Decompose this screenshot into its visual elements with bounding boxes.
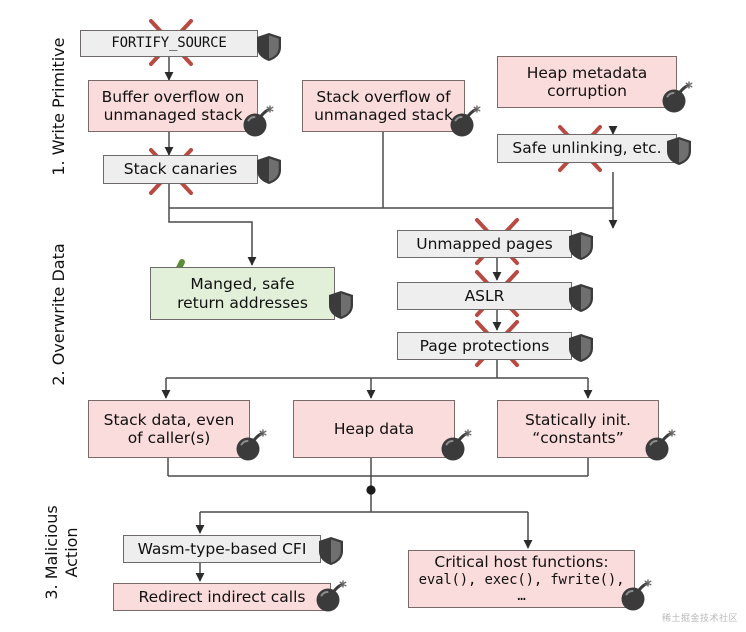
- node-stack-overflow-label: Stack overflow of unmanaged stack: [308, 88, 459, 125]
- node-heap-metadata-corruption-label: Heap metadata corruption: [521, 64, 654, 101]
- node-stack-data-label: Stack data, even of caller(s): [98, 411, 241, 448]
- shield-icon: [667, 137, 691, 165]
- bomb-icon: [662, 81, 693, 113]
- node-critical-host-functions-label: Critical host functions: eval(), exec(),…: [409, 553, 634, 604]
- node-statically-init-label: Statically init. “constants”: [519, 411, 637, 448]
- node-safe-unlinking-label: Safe unlinking, etc.: [512, 139, 662, 158]
- shield-icon: [329, 291, 353, 319]
- node-stack-overflow-line2: unmanaged stack: [314, 106, 453, 124]
- section-label-3-text: 3. Malicious Action: [42, 505, 81, 600]
- node-stack-data-line2: of caller(s): [127, 429, 211, 447]
- node-managed-return-line2: return addresses: [177, 293, 308, 312]
- bomb-icon: [316, 580, 347, 612]
- node-heap-metadata-line1: Heap metadata: [526, 63, 648, 82]
- node-page-protections[interactable]: Page protections: [397, 332, 572, 360]
- node-heap-metadata-corruption[interactable]: Heap metadata corruption: [497, 56, 677, 108]
- node-aslr[interactable]: ASLR: [397, 282, 572, 310]
- node-managed-return-line1: Manged, safe: [190, 275, 295, 294]
- shield-icon: [257, 33, 281, 61]
- node-stack-overflow-line1: Stack overflow of: [316, 87, 451, 106]
- node-critical-host-functions-line1: Critical host functions:: [434, 553, 609, 572]
- bomb-icon: [236, 429, 267, 461]
- section-label-3: 3. Malicious Action: [22, 505, 102, 620]
- node-heap-data[interactable]: Heap data: [293, 400, 455, 458]
- node-page-protections-label: Page protections: [419, 336, 550, 355]
- node-aslr-label: ASLR: [464, 286, 505, 305]
- node-buffer-overflow-line2: unmanaged stack: [103, 106, 243, 124]
- node-buffer-overflow-line1: Buffer overflow on: [101, 87, 245, 106]
- node-managed-return-addresses-label: Manged, safe return addresses: [171, 275, 314, 312]
- node-critical-host-functions[interactable]: Critical host functions: eval(), exec(),…: [408, 550, 635, 608]
- shield-icon: [257, 156, 281, 184]
- junction-dot: [366, 485, 376, 495]
- diagram-canvas: 1. Write Primitive 2. Overwrite Data 3. …: [0, 0, 746, 632]
- node-stack-canaries[interactable]: Stack canaries: [103, 155, 258, 184]
- bomb-icon: [621, 579, 652, 611]
- node-stack-data[interactable]: Stack data, even of caller(s): [88, 400, 250, 458]
- node-wasm-cfi-label: Wasm-type-based CFI: [137, 539, 307, 558]
- node-safe-unlinking[interactable]: Safe unlinking, etc.: [497, 134, 677, 163]
- node-managed-return-addresses[interactable]: Manged, safe return addresses: [150, 267, 335, 320]
- node-statically-init-line1: Statically init.: [525, 410, 631, 429]
- node-critical-host-functions-line2: eval(), exec(), fwrite(), …: [418, 571, 625, 605]
- node-heap-data-label: Heap data: [333, 419, 415, 438]
- node-statically-init-constants[interactable]: Statically init. “constants”: [497, 400, 659, 458]
- node-wasm-type-based-cfi[interactable]: Wasm-type-based CFI: [123, 535, 321, 563]
- node-buffer-overflow[interactable]: Buffer overflow on unmanaged stack: [88, 80, 258, 132]
- section-label-1-text: 1. Write Primitive: [49, 37, 68, 176]
- node-redirect-indirect-calls[interactable]: Redirect indirect calls: [113, 583, 331, 611]
- shield-icon: [569, 232, 593, 260]
- shield-icon: [569, 284, 593, 312]
- node-statically-init-line2: “constants”: [532, 429, 624, 447]
- watermark: 稀土掘金技术社区: [661, 614, 738, 624]
- bomb-icon: [450, 105, 481, 137]
- node-buffer-overflow-label: Buffer overflow on unmanaged stack: [96, 88, 251, 125]
- node-stack-canaries-label: Stack canaries: [123, 160, 238, 179]
- shield-icon: [569, 334, 593, 362]
- node-redirect-indirect-calls-label: Redirect indirect calls: [138, 587, 306, 606]
- bomb-icon: [645, 429, 676, 461]
- node-stack-data-line1: Stack data, even: [103, 410, 235, 429]
- bomb-icon: [243, 105, 274, 137]
- bomb-icon: [441, 429, 472, 461]
- node-unmapped-pages[interactable]: Unmapped pages: [397, 230, 572, 258]
- section-label-2: 2. Overwrite Data: [30, 243, 87, 406]
- section-label-2-text: 2. Overwrite Data: [49, 243, 68, 386]
- node-fortify-source[interactable]: FORTIFY_SOURCE: [80, 30, 258, 57]
- shield-icon: [319, 537, 343, 565]
- node-unmapped-pages-label: Unmapped pages: [416, 234, 553, 253]
- node-stack-overflow[interactable]: Stack overflow of unmanaged stack: [302, 80, 465, 132]
- node-heap-metadata-line2: corruption: [547, 82, 627, 100]
- section-label-1: 1. Write Primitive: [30, 38, 87, 196]
- node-fortify-source-label: FORTIFY_SOURCE: [111, 35, 227, 52]
